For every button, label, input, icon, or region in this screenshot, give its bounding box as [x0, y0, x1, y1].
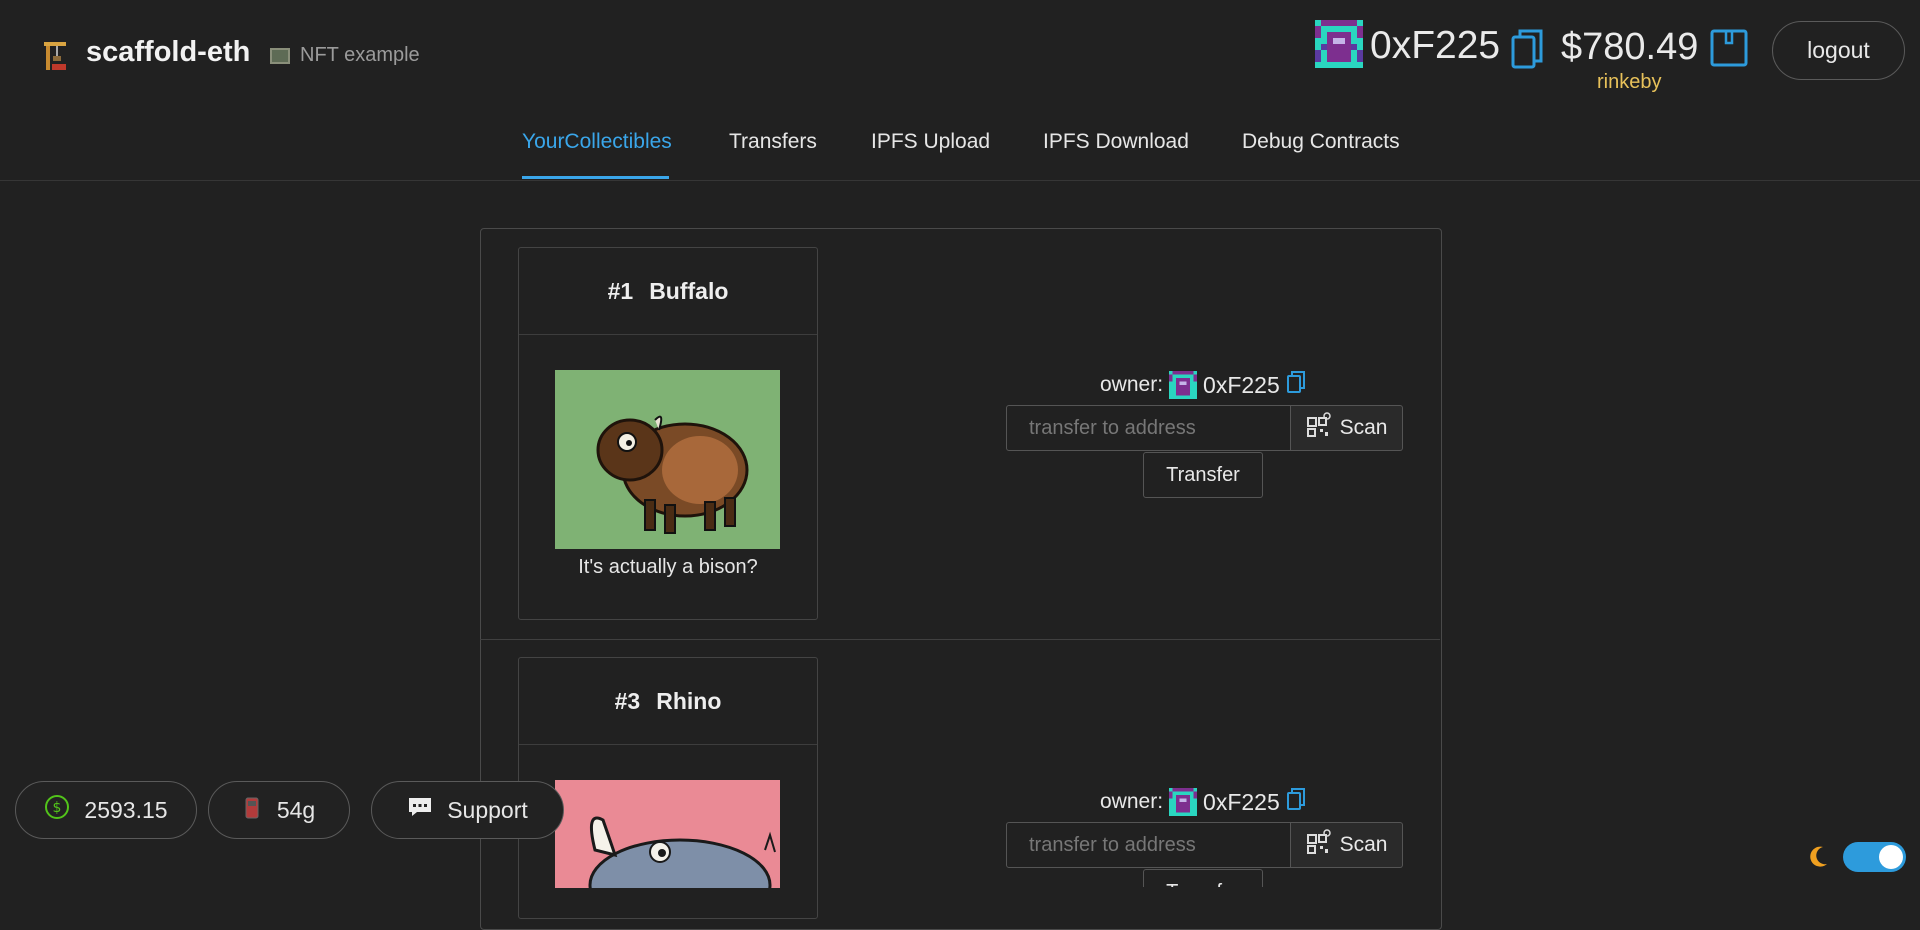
rhino-image — [555, 780, 780, 888]
account-balance[interactable]: $780.49 — [1561, 26, 1698, 69]
transfer-button[interactable]: Transfer — [1143, 452, 1263, 498]
tab-ipfs-upload[interactable]: IPFS Upload — [871, 130, 990, 154]
token-id: #1 — [607, 277, 634, 304]
owner-address[interactable]: 0xF225 — [1203, 789, 1280, 816]
eth-price-pill[interactable]: $ 2593.15 — [15, 781, 197, 839]
account-address[interactable]: 0xF225 — [1370, 24, 1500, 68]
transfer-button-clip: Transfer — [1143, 869, 1263, 887]
gas-price-pill[interactable]: 54g — [208, 781, 350, 839]
dollar-circle-icon: $ — [44, 794, 70, 826]
gas-price-value: 54g — [276, 796, 316, 823]
account-blockie-avatar — [1315, 20, 1363, 68]
scaffold-crane-icon — [40, 38, 70, 72]
token-name: Rhino — [656, 687, 722, 714]
tab-debug-contracts[interactable]: Debug Contracts — [1242, 130, 1400, 154]
scan-qr-button[interactable]: Scan — [1291, 822, 1403, 868]
scan-label: Scan — [1339, 416, 1388, 439]
owner-line: owner: 0xF225 — [1100, 370, 1306, 400]
token-id: #3 — [614, 687, 641, 714]
qr-code-icon — [1306, 412, 1332, 444]
transfer-input-group: Scan — [1006, 822, 1403, 868]
card-header: #3 Rhino — [519, 658, 817, 745]
app-subtitle: NFT example — [270, 44, 420, 67]
fuel-pump-icon — [243, 794, 263, 826]
transfer-address-input[interactable] — [1006, 822, 1291, 868]
transfer-button[interactable]: Transfer — [1143, 869, 1263, 887]
eth-price-value: 2593.15 — [84, 796, 168, 823]
owner-blockie-avatar — [1169, 788, 1198, 816]
scan-label: Scan — [1339, 833, 1388, 856]
tab-ipfs-download[interactable]: IPFS Download — [1043, 130, 1189, 154]
scan-qr-button[interactable]: Scan — [1291, 405, 1403, 451]
owner-label: owner: — [1100, 790, 1164, 813]
copy-address-icon[interactable] — [1510, 28, 1544, 75]
tab-transfers[interactable]: Transfers — [729, 130, 817, 154]
wallet-icon[interactable] — [1709, 28, 1749, 73]
toggle-knob — [1879, 845, 1903, 869]
main-nav-tabs: YourCollectibles Transfers IPFS Upload I… — [0, 120, 1920, 181]
token-name: Buffalo — [649, 277, 729, 304]
picture-icon — [270, 47, 290, 64]
owner-line: owner: 0xF225 — [1100, 787, 1306, 817]
transfer-address-input[interactable] — [1006, 405, 1291, 451]
collectible-card-rhino: #3 Rhino — [518, 657, 818, 919]
owner-blockie-avatar — [1169, 371, 1198, 399]
app-title[interactable]: scaffold-eth — [86, 36, 250, 69]
moon-icon — [1808, 844, 1830, 873]
qr-code-icon — [1306, 829, 1332, 861]
buffalo-image — [555, 370, 780, 549]
list-divider — [480, 639, 1440, 640]
copy-owner-icon[interactable] — [1286, 370, 1306, 400]
chat-bubble-icon — [407, 796, 433, 824]
collectible-card-buffalo: #1 Buffalo It's actually a bison? — [518, 247, 818, 620]
card-header: #1 Buffalo — [519, 248, 817, 335]
token-description: It's actually a bison? — [578, 556, 758, 578]
copy-owner-icon[interactable] — [1286, 787, 1306, 817]
owner-label: owner: — [1100, 373, 1164, 396]
logout-button[interactable]: logout — [1772, 21, 1905, 80]
transfer-input-group: Scan — [1006, 405, 1403, 451]
active-tab-indicator — [522, 176, 669, 179]
svg-text:$: $ — [53, 800, 62, 816]
owner-address[interactable]: 0xF225 — [1203, 372, 1280, 399]
support-label: Support — [447, 796, 528, 823]
support-button[interactable]: Support — [371, 781, 564, 839]
network-name: rinkeby — [1597, 71, 1662, 93]
tab-your-collectibles[interactable]: YourCollectibles — [522, 130, 672, 154]
theme-toggle-switch[interactable] — [1843, 842, 1906, 872]
subtitle-text: NFT example — [300, 44, 420, 66]
